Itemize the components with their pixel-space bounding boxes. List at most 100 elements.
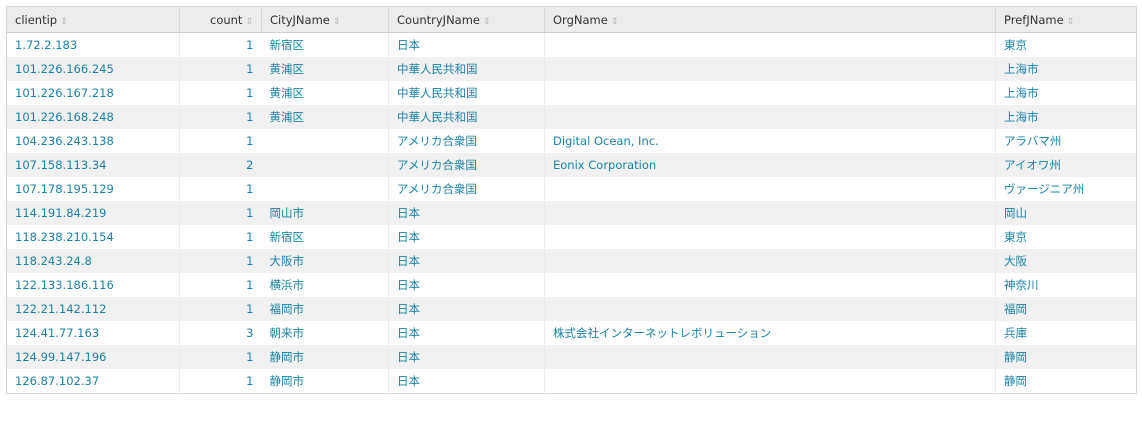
cell-clientip[interactable]: 101.226.168.248 (6, 105, 180, 129)
cell-city[interactable]: 朝来市 (261, 321, 389, 345)
cell-country[interactable]: 中華人民共和国 (388, 81, 545, 105)
cell-city[interactable]: 黄浦区 (261, 57, 389, 81)
cell-clientip[interactable]: 101.226.167.218 (6, 81, 180, 105)
cell-clientip[interactable]: 101.226.166.245 (6, 57, 180, 81)
cell-city[interactable]: 黄浦区 (261, 105, 389, 129)
cell-clientip[interactable]: 118.243.24.8 (6, 249, 180, 273)
cell-count[interactable]: 1 (179, 177, 262, 201)
sort-icon[interactable]: ⇕ (333, 17, 341, 27)
cell-country[interactable]: 日本 (388, 32, 545, 57)
cell-org[interactable] (544, 177, 996, 201)
sort-icon[interactable]: ⇕ (60, 17, 68, 27)
cell-clientip[interactable]: 1.72.2.183 (6, 32, 180, 57)
column-header-cityjname[interactable]: CityJName ⇕ (261, 6, 389, 33)
cell-count[interactable]: 1 (179, 297, 262, 321)
sort-icon[interactable]: ⇕ (1067, 17, 1075, 27)
cell-count[interactable]: 3 (179, 321, 262, 345)
cell-pref[interactable]: 神奈川 (995, 273, 1137, 297)
column-header-clientip[interactable]: clientip ⇕ (6, 6, 180, 33)
cell-count[interactable]: 1 (179, 249, 262, 273)
cell-pref[interactable]: 静岡 (995, 369, 1137, 394)
cell-pref[interactable]: 上海市 (995, 105, 1137, 129)
cell-pref[interactable]: アイオワ州 (995, 153, 1137, 177)
cell-org[interactable] (544, 81, 996, 105)
cell-org[interactable] (544, 105, 996, 129)
cell-country[interactable]: 日本 (388, 225, 545, 249)
cell-country[interactable]: アメリカ合衆国 (388, 177, 545, 201)
sort-icon[interactable]: ⇕ (483, 17, 491, 27)
cell-org[interactable] (544, 32, 996, 57)
cell-country[interactable]: アメリカ合衆国 (388, 129, 545, 153)
cell-city[interactable] (261, 129, 389, 153)
cell-city[interactable] (261, 177, 389, 201)
cell-clientip[interactable]: 122.21.142.112 (6, 297, 180, 321)
cell-pref[interactable]: 岡山 (995, 201, 1137, 225)
cell-count[interactable]: 1 (179, 225, 262, 249)
cell-country[interactable]: 日本 (388, 273, 545, 297)
cell-pref[interactable]: 兵庫 (995, 321, 1137, 345)
cell-country[interactable]: 日本 (388, 345, 545, 369)
cell-city[interactable]: 黄浦区 (261, 81, 389, 105)
cell-count[interactable]: 1 (179, 201, 262, 225)
cell-clientip[interactable]: 124.41.77.163 (6, 321, 180, 345)
cell-city[interactable]: 新宿区 (261, 225, 389, 249)
cell-city[interactable]: 静岡市 (261, 345, 389, 369)
column-header-countryjname[interactable]: CountryJName ⇕ (388, 6, 545, 33)
cell-clientip[interactable]: 126.87.102.37 (6, 369, 180, 394)
cell-country[interactable]: 日本 (388, 297, 545, 321)
cell-city[interactable]: 福岡市 (261, 297, 389, 321)
cell-clientip[interactable]: 122.133.186.116 (6, 273, 180, 297)
cell-org[interactable] (544, 225, 996, 249)
cell-count[interactable]: 2 (179, 153, 262, 177)
column-header-prefjname[interactable]: PrefJName ⇕ (995, 6, 1137, 33)
cell-city[interactable] (261, 153, 389, 177)
cell-org[interactable] (544, 369, 996, 394)
cell-city[interactable]: 岡山市 (261, 201, 389, 225)
cell-pref[interactable]: 大阪 (995, 249, 1137, 273)
cell-pref[interactable]: 上海市 (995, 81, 1137, 105)
cell-org[interactable] (544, 201, 996, 225)
cell-country[interactable]: 日本 (388, 201, 545, 225)
cell-city[interactable]: 新宿区 (261, 32, 389, 57)
cell-pref[interactable]: 上海市 (995, 57, 1137, 81)
cell-clientip[interactable]: 107.178.195.129 (6, 177, 180, 201)
cell-clientip[interactable]: 104.236.243.138 (6, 129, 180, 153)
cell-count[interactable]: 1 (179, 57, 262, 81)
cell-count[interactable]: 1 (179, 81, 262, 105)
cell-org[interactable]: Digital Ocean, Inc. (544, 129, 996, 153)
cell-org[interactable] (544, 345, 996, 369)
cell-country[interactable]: 中華人民共和国 (388, 57, 545, 81)
cell-clientip[interactable]: 114.191.84.219 (6, 201, 180, 225)
cell-pref[interactable]: 東京 (995, 32, 1137, 57)
cell-country[interactable]: アメリカ合衆国 (388, 153, 545, 177)
cell-org[interactable] (544, 273, 996, 297)
sort-icon[interactable]: ⇕ (611, 17, 619, 27)
cell-org[interactable]: 株式会社インターネットレボリューション (544, 321, 996, 345)
cell-count[interactable]: 1 (179, 273, 262, 297)
cell-city[interactable]: 横浜市 (261, 273, 389, 297)
cell-org[interactable] (544, 297, 996, 321)
cell-country[interactable]: 日本 (388, 369, 545, 394)
sort-icon[interactable]: ⇕ (245, 17, 253, 27)
cell-count[interactable]: 1 (179, 32, 262, 57)
cell-org[interactable] (544, 249, 996, 273)
cell-pref[interactable]: 東京 (995, 225, 1137, 249)
cell-clientip[interactable]: 118.238.210.154 (6, 225, 180, 249)
cell-country[interactable]: 中華人民共和国 (388, 105, 545, 129)
cell-count[interactable]: 1 (179, 369, 262, 394)
cell-count[interactable]: 1 (179, 105, 262, 129)
cell-clientip[interactable]: 107.158.113.34 (6, 153, 180, 177)
cell-pref[interactable]: ヴァージニア州 (995, 177, 1137, 201)
cell-city[interactable]: 静岡市 (261, 369, 389, 394)
cell-city[interactable]: 大阪市 (261, 249, 389, 273)
cell-org[interactable] (544, 57, 996, 81)
column-header-orgname[interactable]: OrgName ⇕ (544, 6, 996, 33)
cell-count[interactable]: 1 (179, 129, 262, 153)
cell-pref[interactable]: 福岡 (995, 297, 1137, 321)
cell-pref[interactable]: 静岡 (995, 345, 1137, 369)
cell-country[interactable]: 日本 (388, 321, 545, 345)
column-header-count[interactable]: count ⇕ (179, 6, 262, 33)
cell-country[interactable]: 日本 (388, 249, 545, 273)
cell-count[interactable]: 1 (179, 345, 262, 369)
cell-org[interactable]: Eonix Corporation (544, 153, 996, 177)
